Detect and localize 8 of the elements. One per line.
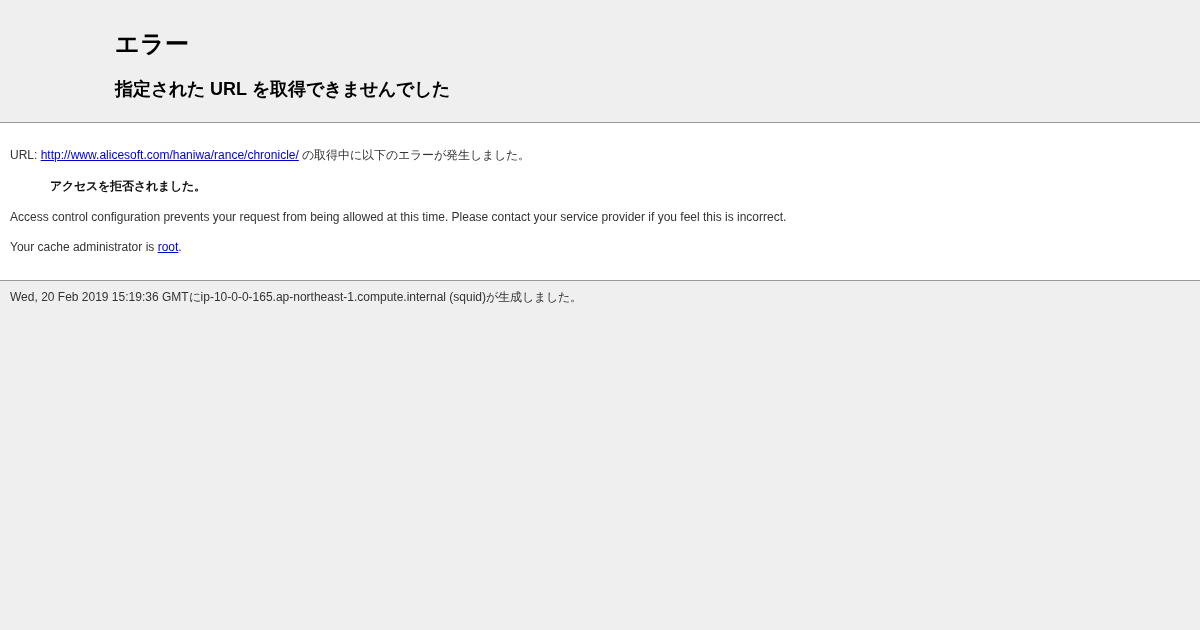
- url-message: URL: http://www.alicesoft.com/haniwa/rance/chronicle/ の取得中に以下のエラーが発生しました。: [10, 147, 532, 164]
- error-message: アクセスを拒否されました。: [50, 178, 206, 195]
- footer-text: Wed, 20 Feb 2019 15:19:36 GMTにip-10-0-0-165.ap-northeast-1.compute.internal (squid)が生成しました。: [9, 289, 584, 305]
- error-description: Access control configuration prevents your request from being allowed at this time. Please contact your service provider if you feel this is incorrect.: [10, 209, 787, 226]
- page-title: エラー: [115, 29, 190, 59]
- admin-message: Your cache administrator is root.: [10, 239, 183, 256]
- page-subtitle: 指定された URL を取得できませんでした: [115, 78, 451, 101]
- url-link[interactable]: http://www.alicesoft.com/haniwa/rance/chronicle/: [40, 148, 299, 162]
